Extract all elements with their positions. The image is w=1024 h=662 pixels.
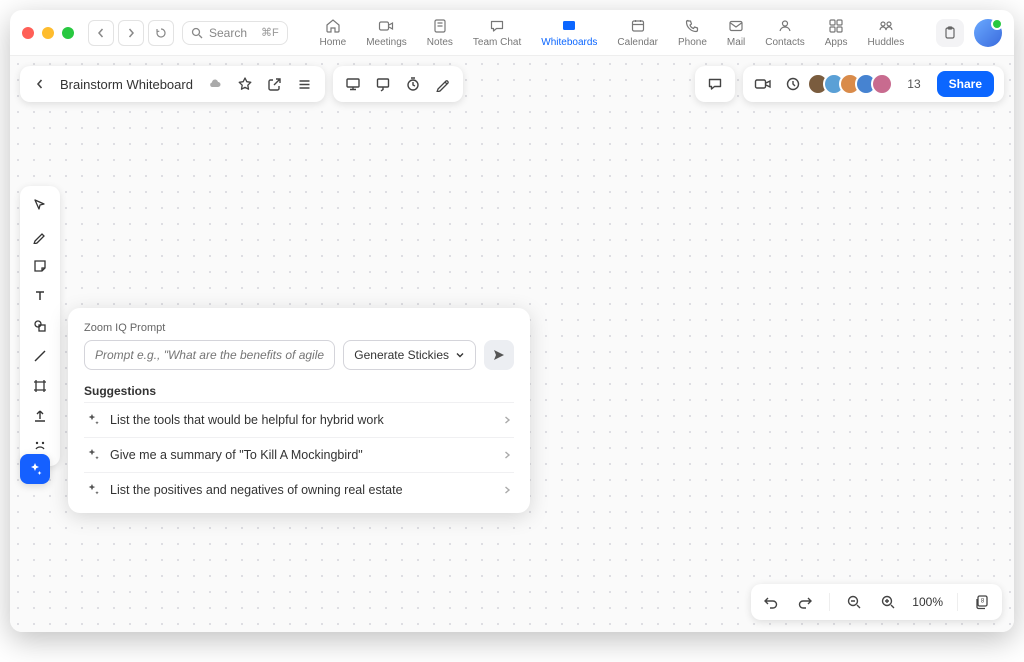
timer-button[interactable] — [403, 74, 423, 94]
contacts-icon — [776, 17, 794, 35]
shape-tool[interactable] — [26, 312, 54, 340]
nav-contacts[interactable]: Contacts — [765, 17, 804, 48]
video-icon — [377, 17, 395, 35]
home-icon — [324, 17, 342, 35]
nav-phone[interactable]: Phone — [678, 17, 707, 48]
nav-forward-button[interactable] — [118, 20, 144, 46]
line-tool[interactable] — [26, 342, 54, 370]
sparkle-icon — [86, 413, 100, 427]
suggestion-item[interactable]: List the positives and negatives of owni… — [84, 472, 514, 507]
nav-mail[interactable]: Mail — [727, 17, 745, 48]
zoom-in-button[interactable] — [878, 592, 898, 612]
nav-notes[interactable]: Notes — [427, 17, 453, 48]
comment-panel — [695, 66, 735, 102]
avatar — [871, 73, 893, 95]
chevron-right-icon — [502, 415, 512, 425]
whiteboard-canvas[interactable]: Brainstorm Whiteboard — [10, 56, 1014, 632]
minimize-window-button[interactable] — [42, 27, 54, 39]
frame-button[interactable] — [373, 74, 393, 94]
search-placeholder: Search — [209, 26, 247, 40]
open-external-button[interactable] — [265, 74, 285, 94]
iq-prompt-input[interactable] — [84, 340, 335, 370]
iq-prompt-label: Zoom IQ Prompt — [84, 322, 514, 334]
sticky-note-tool[interactable] — [26, 252, 54, 280]
star-button[interactable] — [235, 74, 255, 94]
zoom-out-button[interactable] — [844, 592, 864, 612]
text-tool[interactable] — [26, 282, 54, 310]
frame-tool[interactable] — [26, 372, 54, 400]
notes-icon — [431, 17, 449, 35]
chat-icon — [488, 17, 506, 35]
nav-whiteboards[interactable]: Whiteboards — [541, 17, 597, 48]
search-input[interactable]: Search ⌘F — [182, 21, 288, 45]
clipboard-button[interactable] — [936, 19, 964, 47]
nav-apps[interactable]: Apps — [825, 17, 848, 48]
redo-button[interactable] — [795, 592, 815, 612]
phone-icon — [683, 17, 701, 35]
select-tool[interactable] — [26, 192, 54, 220]
tool-sidebar — [20, 186, 60, 466]
search-shortcut: ⌘F — [261, 26, 279, 39]
generate-type-select[interactable]: Generate Stickies — [343, 340, 476, 370]
bottom-bar: 100% 8 — [751, 584, 1002, 620]
nav-home[interactable]: Home — [320, 17, 347, 48]
start-video-button[interactable] — [753, 74, 773, 94]
menu-button[interactable] — [295, 74, 315, 94]
sparkle-icon — [86, 483, 100, 497]
title-panel: Brainstorm Whiteboard — [20, 66, 325, 102]
close-window-button[interactable] — [22, 27, 34, 39]
zoom-iq-panel: Zoom IQ Prompt Generate Stickies Suggest… — [68, 308, 530, 513]
zoom-level[interactable]: 100% — [912, 595, 943, 609]
header-right: 13 Share — [695, 66, 1004, 102]
back-button[interactable] — [30, 74, 50, 94]
nav-team-chat[interactable]: Team Chat — [473, 17, 521, 48]
ai-companion-button[interactable] — [20, 454, 50, 484]
app-window: Search ⌘F Home Meetings Notes Team Chat — [10, 10, 1014, 632]
header-panels: Brainstorm Whiteboard — [20, 66, 463, 102]
chevron-right-icon — [502, 450, 512, 460]
top-nav: Home Meetings Notes Team Chat Whiteboard… — [320, 17, 905, 48]
send-prompt-button[interactable] — [484, 340, 514, 370]
upload-tool[interactable] — [26, 402, 54, 430]
laser-button[interactable] — [433, 74, 453, 94]
calendar-icon — [629, 17, 647, 35]
maximize-window-button[interactable] — [62, 27, 74, 39]
present-panel — [333, 66, 463, 102]
nav-meetings[interactable]: Meetings — [366, 17, 407, 48]
chevron-down-icon — [455, 350, 465, 360]
whiteboard-icon — [560, 17, 578, 35]
sparkle-icon — [86, 448, 100, 462]
present-button[interactable] — [343, 74, 363, 94]
nav-calendar[interactable]: Calendar — [617, 17, 658, 48]
apps-icon — [827, 17, 845, 35]
collab-panel: 13 Share — [743, 66, 1004, 102]
participant-count: 13 — [907, 77, 920, 91]
cloud-icon — [205, 74, 225, 94]
board-title: Brainstorm Whiteboard — [60, 77, 193, 92]
participant-avatars[interactable] — [813, 73, 893, 95]
mail-icon — [727, 17, 745, 35]
chevron-right-icon — [502, 485, 512, 495]
titlebar-right — [936, 19, 1002, 47]
suggestion-item[interactable]: Give me a summary of "To Kill A Mockingb… — [84, 437, 514, 472]
pen-tool[interactable] — [26, 222, 54, 250]
search-icon — [191, 27, 203, 39]
nav-back-button[interactable] — [88, 20, 114, 46]
suggestion-item[interactable]: List the tools that would be helpful for… — [84, 402, 514, 437]
pages-button[interactable]: 8 — [972, 592, 992, 612]
titlebar: Search ⌘F Home Meetings Notes Team Chat — [10, 10, 1014, 56]
svg-text:8: 8 — [981, 599, 985, 605]
comment-button[interactable] — [705, 74, 725, 94]
huddles-icon — [877, 17, 895, 35]
suggestions-header: Suggestions — [84, 384, 514, 398]
undo-button[interactable] — [761, 592, 781, 612]
share-button[interactable]: Share — [937, 71, 994, 97]
profile-avatar[interactable] — [974, 19, 1002, 47]
history-button[interactable] — [148, 20, 174, 46]
window-controls — [22, 27, 74, 39]
nav-huddles[interactable]: Huddles — [868, 17, 905, 48]
follow-button[interactable] — [783, 74, 803, 94]
